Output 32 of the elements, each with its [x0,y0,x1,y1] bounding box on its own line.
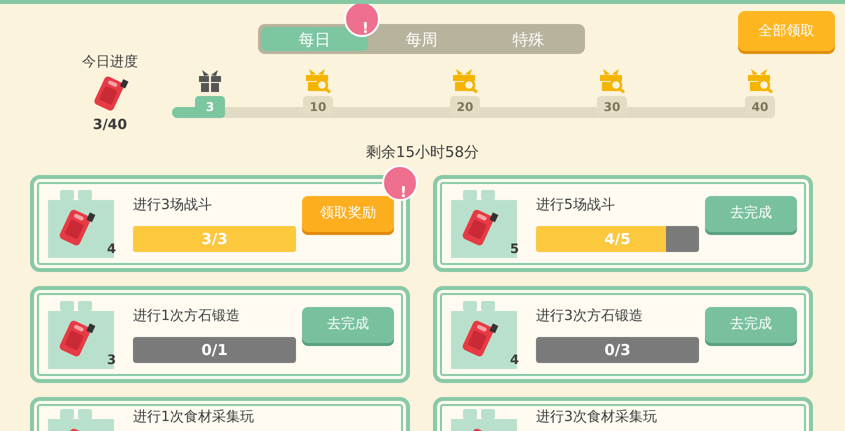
milestone-chip: 3 [195,96,225,118]
reward-count: 4 [106,241,116,259]
gift-search-icon[interactable] [304,67,332,93]
tab[interactable]: 特殊 [475,27,582,51]
reward-count: 5 [510,241,519,259]
claim-all-button[interactable]: 全部领取 [738,11,835,51]
reward-count: 4 [510,352,519,370]
reward-count: 3 [106,352,116,370]
go-button[interactable]: 去完成 [302,306,394,342]
progress-bar: 4/5 [536,226,699,252]
progress-bar: 0/3 [536,337,699,363]
go-button[interactable]: 去完成 [705,196,797,232]
go-button[interactable]: 去完成 [705,306,797,342]
progress-label: 今日进度 [82,53,138,72]
alert-badge: ! [344,4,380,37]
gift-search-icon[interactable] [451,67,479,93]
claim-button[interactable]: 领取奖励 [302,196,394,232]
task-title: 进行1次食材采集玩 [133,408,255,427]
task-title: 进行3次食材采集玩 [536,408,658,427]
gift-icon[interactable] [197,67,223,93]
task-title: 进行3次方石锻造 [536,307,644,326]
task-title: 进行1次方石锻造 [133,307,241,326]
progress-value: 3/40 [92,116,128,135]
alert-badge: ! [382,165,418,201]
progress-bar: 3/3 [133,226,296,252]
progress-bar: 0/1 [133,337,296,363]
task-title: 进行3场战斗 [133,196,213,215]
milestone-chip: 40 [745,96,775,118]
task-title: 进行5场战斗 [536,196,616,215]
countdown-text: 剩余15小时58分 [366,142,480,163]
gift-search-icon[interactable] [746,67,774,93]
gift-search-icon[interactable] [598,67,626,93]
